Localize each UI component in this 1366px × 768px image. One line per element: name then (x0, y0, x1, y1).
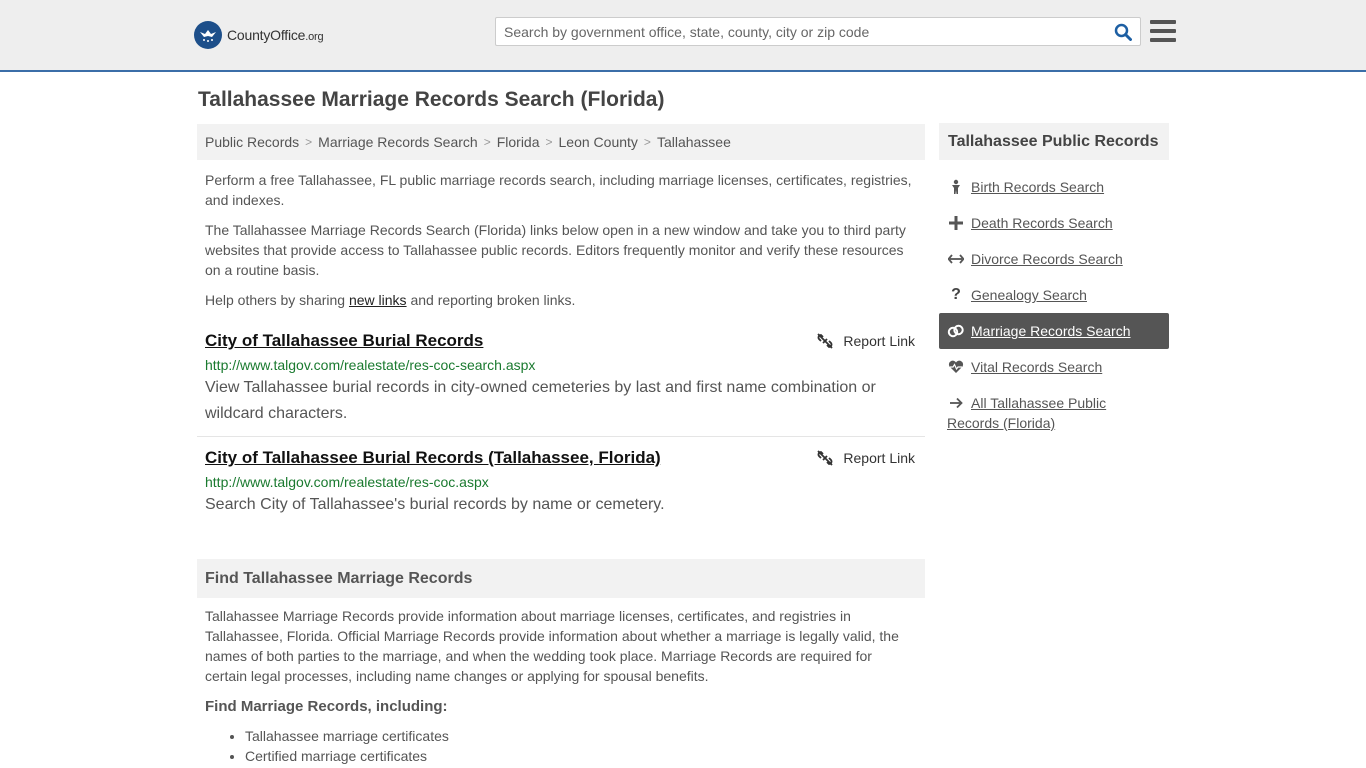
eagle-seal-icon (194, 21, 222, 49)
breadcrumb-tallahassee[interactable]: Tallahassee (657, 134, 731, 150)
search-icon[interactable] (1112, 22, 1134, 42)
question-icon: ? (951, 286, 961, 303)
heartbeat-icon (947, 357, 965, 377)
sidebar-item-genealogy[interactable]: ? Genealogy Search (939, 285, 1169, 305)
chevron-right-icon: > (643, 135, 651, 149)
sidebar-item-label[interactable]: Birth Records Search (971, 177, 1104, 197)
sidebar-item-label[interactable]: All Tallahassee Public Records (Florida) (947, 395, 1106, 431)
chevron-right-icon: > (305, 135, 313, 149)
page-title: Tallahassee Marriage Records Search (Flo… (198, 88, 665, 111)
sidebar-item-death[interactable]: Death Records Search (939, 213, 1169, 233)
result-title-link[interactable]: City of Tallahassee Burial Records (205, 331, 483, 351)
report-link-button[interactable]: Report Link (817, 450, 915, 466)
sidebar-item-vital[interactable]: Vital Records Search (939, 357, 1169, 377)
search-input[interactable] (496, 18, 1106, 45)
result-description: View Tallahassee burial records in city-… (205, 379, 876, 422)
breadcrumb-florida[interactable]: Florida (497, 134, 540, 150)
find-section-heading: Find Tallahassee Marriage Records (197, 559, 925, 598)
breadcrumb: Public Records > Marriage Records Search… (197, 124, 925, 160)
logo-text: CountyOffice.org (227, 27, 324, 43)
broken-link-icon (817, 450, 834, 466)
list-item: Certified marriage certificates (245, 746, 449, 766)
baby-icon (947, 177, 965, 197)
sidebar-item-label[interactable]: Genealogy Search (971, 285, 1087, 305)
arrow-right-icon (947, 393, 965, 413)
breadcrumb-public-records[interactable]: Public Records (205, 134, 299, 150)
chevron-right-icon: > (483, 135, 491, 149)
rings-icon (947, 321, 965, 341)
records-list: Tallahassee marriage certificates Certif… (245, 726, 449, 766)
sidebar-item-label[interactable]: Marriage Records Search (971, 321, 1131, 341)
cross-icon (947, 213, 965, 233)
share-paragraph: Help others by sharing new links and rep… (205, 292, 576, 308)
sidebar-item-birth[interactable]: Birth Records Search (939, 177, 1169, 197)
new-links-link[interactable]: new links (349, 292, 407, 308)
report-link-label: Report Link (843, 450, 915, 466)
arrows-split-icon (947, 249, 965, 269)
broken-link-icon (817, 333, 834, 349)
breadcrumb-marriage-records[interactable]: Marriage Records Search (318, 134, 478, 150)
result-divider (197, 436, 925, 437)
intro-paragraph: Perform a free Tallahassee, FL public ma… (205, 172, 912, 208)
sidebar-item-label[interactable]: Death Records Search (971, 213, 1113, 233)
find-section-body: Tallahassee Marriage Records provide inf… (205, 608, 899, 684)
result-item: City of Tallahassee Burial Records Repor… (197, 331, 925, 431)
breadcrumb-leon-county[interactable]: Leon County (559, 134, 638, 150)
result-item: City of Tallahassee Burial Records (Tall… (197, 448, 925, 518)
sidebar-item-divorce[interactable]: Divorce Records Search (939, 249, 1169, 269)
site-logo[interactable]: CountyOffice.org (194, 20, 324, 50)
result-description: Search City of Tallahassee's burial reco… (205, 496, 665, 513)
search-box (495, 17, 1141, 46)
report-link-button[interactable]: Report Link (817, 333, 915, 349)
result-title-link[interactable]: City of Tallahassee Burial Records (Tall… (205, 448, 661, 468)
list-item: Tallahassee marriage certificates (245, 726, 449, 746)
sidebar-item-marriage[interactable]: Marriage Records Search (939, 313, 1169, 349)
sidebar-item-label[interactable]: Vital Records Search (971, 357, 1102, 377)
result-url[interactable]: http://www.talgov.com/realestate/res-coc… (205, 357, 535, 373)
report-link-label: Report Link (843, 333, 915, 349)
chevron-right-icon: > (545, 135, 553, 149)
disclaimer-paragraph: The Tallahassee Marriage Records Search … (205, 222, 906, 278)
sidebar-item-label[interactable]: Divorce Records Search (971, 249, 1123, 269)
sidebar-item-all-records[interactable]: All Tallahassee Public Records (Florida) (939, 393, 1139, 433)
find-section-subheading: Find Marriage Records, including: (205, 698, 448, 715)
sidebar-heading: Tallahassee Public Records (939, 123, 1169, 160)
result-url[interactable]: http://www.talgov.com/realestate/res-coc… (205, 474, 489, 490)
hamburger-menu-icon[interactable] (1150, 19, 1176, 43)
top-header: CountyOffice.org (0, 0, 1366, 72)
